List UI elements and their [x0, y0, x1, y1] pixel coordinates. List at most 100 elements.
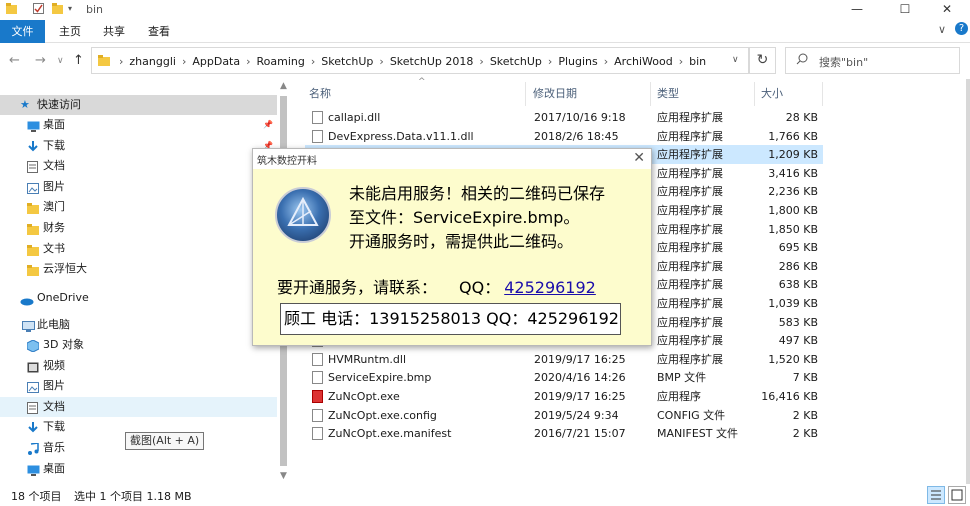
document-icon: [27, 160, 39, 174]
breadcrumb-item[interactable]: Roaming: [257, 55, 305, 68]
address-bar[interactable]: › zhanggli › AppData › Roaming › SketchUp › Sketc…: [91, 47, 749, 74]
breadcrumb-separator-icon[interactable]: ›: [246, 55, 250, 68]
file-row[interactable]: ZuNcOpt.exe 2019/9/17 16:25 应用程序 16,416 KB: [305, 387, 823, 406]
file-size: 1,850 KB: [768, 222, 818, 236]
file-name: ZuNcOpt.exe.manifest: [328, 427, 452, 441]
nav-item-3[interactable]: 图片📌: [0, 177, 277, 197]
scroll-down-icon[interactable]: ▼: [277, 471, 290, 481]
breadcrumb-separator-icon[interactable]: ›: [679, 55, 683, 68]
nav-pc-item-0[interactable]: 3D 对象: [0, 335, 277, 355]
column-header-size[interactable]: 大小: [755, 82, 823, 106]
minimize-button[interactable]: —: [834, 0, 880, 20]
nav-item-7[interactable]: 云浮恒大: [0, 259, 277, 279]
large-icons-view-button[interactable]: [948, 486, 966, 504]
nav-item-1[interactable]: 下载 📌: [0, 136, 277, 156]
breadcrumb-item[interactable]: AppData: [192, 55, 240, 68]
breadcrumb-item[interactable]: SketchUp: [321, 55, 373, 68]
file-name: callapi.dll: [328, 111, 381, 124]
close-button[interactable]: ✕: [924, 0, 970, 20]
pin-icon[interactable]: 📌: [263, 115, 273, 135]
nav-pc-item-6[interactable]: 桌面: [0, 459, 277, 479]
qq-link[interactable]: 425296192: [504, 278, 596, 297]
breadcrumb-separator-icon[interactable]: ›: [548, 55, 552, 68]
nav-item-label: 澳门: [43, 200, 65, 214]
new-folder-icon[interactable]: [52, 3, 63, 14]
breadcrumb-item[interactable]: ArchiWood: [614, 55, 673, 68]
nav-item-4[interactable]: 澳门: [0, 197, 277, 217]
tab-home[interactable]: 主页: [49, 20, 91, 43]
column-header-date[interactable]: 修改日期: [527, 82, 651, 106]
breadcrumb-item[interactable]: Plugins: [558, 55, 597, 68]
nav-pc-item-1[interactable]: 视频: [0, 356, 277, 376]
nav-item-5[interactable]: 财务: [0, 218, 277, 238]
status-bar: 18 个项目 选中 1 个项目 1.18 MB: [0, 484, 970, 506]
folder-icon: [98, 55, 110, 69]
file-size: 1,800 KB: [768, 204, 818, 217]
breadcrumb-separator-icon[interactable]: ›: [379, 55, 383, 68]
dialog-close-button[interactable]: ✕: [633, 150, 645, 166]
tab-view[interactable]: 查看: [138, 20, 180, 43]
refresh-button[interactable]: ↻: [749, 47, 776, 74]
file-type: 应用程序扩展: [657, 259, 723, 273]
file-row[interactable]: ZuNcOpt.exe.config 2019/5/24 9:34 CONFIG 文…: [305, 406, 823, 425]
dialog-title: 筑木数控开料: [257, 156, 317, 167]
details-view-button[interactable]: [927, 486, 945, 504]
recent-locations-button[interactable]: ∨: [57, 56, 64, 66]
folder-icon: [27, 201, 39, 215]
file-row[interactable]: callapi.dll 2017/10/16 9:18 应用程序扩展 28 KB: [305, 108, 823, 127]
qa-dropdown-icon[interactable]: ▾: [68, 4, 79, 15]
back-button[interactable]: ←: [9, 53, 20, 68]
maximize-button[interactable]: ☐: [882, 0, 928, 20]
file-type: CONFIG 文件: [657, 408, 726, 422]
breadcrumb-item[interactable]: SketchUp 2018: [390, 55, 474, 68]
nav-this-pc[interactable]: 此电脑: [0, 315, 277, 335]
dll-file-icon: [312, 352, 323, 366]
nav-item-label: 图片: [43, 379, 65, 393]
document-icon: [27, 401, 39, 414]
file-row[interactable]: ZuNcOpt.exe.manifest 2016/7/21 15:07 MANIF…: [305, 424, 823, 443]
file-row[interactable]: DevExpress.Data.v11.1.dll 2018/2/6 18:45 应…: [305, 127, 823, 146]
column-header-type[interactable]: 类型: [651, 82, 755, 106]
address-dropdown-icon[interactable]: ∨: [732, 55, 739, 65]
forward-button[interactable]: →: [35, 53, 46, 68]
picture-icon: [27, 181, 39, 194]
tab-file[interactable]: 文件: [0, 20, 45, 43]
breadcrumb-item[interactable]: zhanggli: [129, 55, 176, 68]
breadcrumb-separator-icon[interactable]: ›: [311, 55, 315, 68]
license-dialog: 筑木数控开料 ✕ 未能启用服务！相关的二维码已保存 至文件：ServiceExp…: [252, 148, 652, 346]
breadcrumb-separator-icon[interactable]: ›: [182, 55, 186, 68]
ribbon-tabs: 文件 主页 共享 查看 ∨ ?: [0, 20, 970, 43]
tab-share[interactable]: 共享: [93, 20, 135, 43]
screenshot-tooltip: 截图(Alt + A): [125, 432, 205, 450]
file-row[interactable]: ServiceExpire.bmp 2020/4/16 14:26 BMP 文件 7 …: [305, 368, 823, 387]
nav-quick-access[interactable]: ★ 快速访问: [0, 95, 277, 115]
file-name: ZuNcOpt.exe.config: [328, 408, 437, 422]
nav-onedrive[interactable]: OneDrive: [0, 288, 277, 308]
search-placeholder: 搜索"bin": [819, 56, 869, 69]
column-header-name[interactable]: 名称: [303, 82, 526, 106]
file-row[interactable]: HVMRuntm.dll 2019/9/17 16:25 应用程序扩展 1,520 K…: [305, 350, 823, 369]
properties-icon[interactable]: [33, 3, 44, 14]
nav-pc-item-3[interactable]: 文档: [0, 396, 277, 417]
nav-pc-item-2[interactable]: 图片: [0, 376, 277, 396]
nav-item-6[interactable]: 文书: [0, 239, 277, 259]
scroll-up-icon[interactable]: ▲: [277, 81, 290, 91]
dialog-contact-line: 要开通服务，请联系： QQ： 425296192: [277, 274, 596, 298]
breadcrumb-item[interactable]: bin: [689, 55, 706, 68]
nav-item-0[interactable]: 桌面 📌: [0, 115, 277, 135]
up-button[interactable]: ↑: [73, 53, 84, 68]
breadcrumb-separator-icon[interactable]: ›: [604, 55, 608, 68]
file-size: 695 KB: [778, 241, 818, 255]
breadcrumb-separator-icon[interactable]: ›: [119, 55, 123, 68]
ribbon-collapse-button[interactable]: ∨: [938, 23, 946, 36]
file-type: 应用程序扩展: [657, 222, 723, 236]
breadcrumb-item[interactable]: SketchUp: [490, 55, 542, 68]
window-title: bin: [86, 3, 104, 16]
search-input[interactable]: 搜索"bin": [785, 47, 960, 74]
title-bar: ▾ bin — ☐ ✕: [0, 0, 970, 20]
help-button[interactable]: ?: [955, 22, 968, 35]
folder-icon: [27, 243, 39, 256]
nav-onedrive-label: OneDrive: [37, 291, 89, 304]
breadcrumb-separator-icon[interactable]: ›: [479, 55, 483, 68]
nav-item-2[interactable]: 文档📌: [0, 156, 277, 176]
